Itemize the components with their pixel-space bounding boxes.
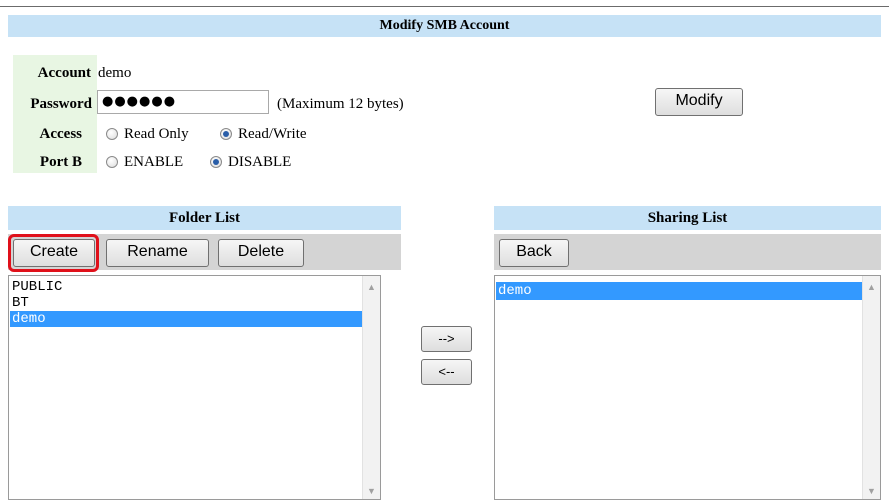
folder-item-bt[interactable]: BT	[10, 295, 362, 311]
port-b-enable-radio[interactable]	[106, 156, 118, 168]
port-b-disable-label[interactable]: DISABLE	[228, 152, 291, 172]
create-button-highlight	[8, 234, 99, 272]
port-b-label: Port B	[39, 154, 82, 170]
port-b-enable-label[interactable]: ENABLE	[124, 152, 183, 172]
scroll-up-arrow-icon[interactable]: ▲	[363, 282, 380, 292]
port-b-disable-radio[interactable]	[210, 156, 222, 168]
sharing-list-title: Sharing List	[494, 206, 881, 230]
add-to-sharing-button[interactable]: -->	[421, 326, 472, 352]
top-divider	[0, 6, 889, 7]
rename-button[interactable]: Rename	[106, 239, 209, 267]
password-label: Password	[30, 96, 92, 112]
folder-item-public[interactable]: PUBLIC	[10, 279, 362, 295]
access-read-only-radio[interactable]	[106, 128, 118, 140]
folder-list-title: Folder List	[8, 206, 401, 230]
folder-list-scrollbar[interactable]: ▲ ▼	[362, 276, 380, 499]
sharing-list-scrollbar[interactable]: ▲ ▼	[862, 276, 880, 499]
page-title: Modify SMB Account	[8, 15, 881, 37]
sharing-listbox[interactable]: demo ▲ ▼	[494, 275, 881, 500]
password-field[interactable]: ●●●●●●	[97, 90, 269, 114]
modify-button[interactable]: Modify	[655, 88, 743, 116]
remove-from-sharing-button[interactable]: <--	[421, 359, 472, 385]
back-button[interactable]: Back	[499, 239, 569, 267]
scroll-down-arrow-icon[interactable]: ▼	[363, 486, 380, 496]
sharing-item-demo[interactable]: demo	[496, 282, 862, 300]
access-read-only-label[interactable]: Read Only	[124, 124, 189, 144]
delete-button[interactable]: Delete	[218, 239, 304, 267]
account-label: Account	[37, 65, 91, 81]
scroll-down-arrow-icon[interactable]: ▼	[863, 486, 880, 496]
folder-listbox[interactable]: PUBLIC BT demo ▲ ▼	[8, 275, 381, 500]
scroll-up-arrow-icon[interactable]: ▲	[863, 282, 880, 292]
folder-item-demo[interactable]: demo	[10, 311, 362, 327]
access-read-write-radio[interactable]	[220, 128, 232, 140]
access-label: Access	[39, 126, 82, 142]
access-read-write-label[interactable]: Read/Write	[238, 124, 307, 144]
account-value: demo	[98, 65, 132, 81]
password-hint: (Maximum 12 bytes)	[277, 96, 404, 112]
